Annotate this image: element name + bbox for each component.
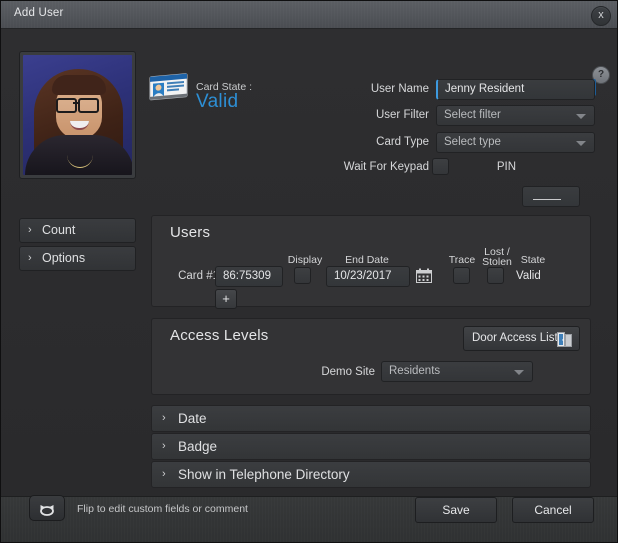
sidebar-section-options-label: Options [42,251,86,265]
access-levels-title: Access Levels [170,327,269,344]
user-filter-select[interactable]: Select filter [436,105,595,126]
calendar-icon[interactable] [416,268,432,283]
end-date-column-header: End Date [345,254,389,266]
card-state-value: Valid [196,91,239,112]
pin-input[interactable] [522,186,580,207]
user-name-label: User Name [370,83,429,95]
lost-stolen-checkbox[interactable] [487,267,504,284]
chevron-down-icon [514,370,524,375]
card-row-label: Card #1 [178,270,219,282]
wait-for-keypad-checkbox[interactable] [432,158,449,175]
user-photo-image [23,55,132,175]
card-type-select[interactable]: Select type [436,132,595,153]
chevron-down-icon [576,114,586,119]
display-column-header: Display [287,254,323,266]
accordion-badge[interactable]: › Badge [151,433,591,460]
card-type-label: Card Type [376,136,429,148]
chevron-right-icon: › [162,468,166,480]
door-icon [557,332,572,356]
accordion-badge-label: Badge [178,439,218,454]
card-state-cell: Valid [516,270,541,282]
card-type-value: Select type [444,136,501,148]
flip-caption: Flip to edit custom fields or comment [77,503,248,515]
title-bar: Add User x [1,1,617,29]
demo-site-value: Residents [389,365,441,377]
wait-for-keypad-label: Wait For Keypad [343,161,429,173]
cancel-button[interactable]: Cancel [512,497,594,523]
accordion-date-label: Date [178,411,207,426]
accordion-telephone-directory-label: Show in Telephone Directory [178,467,350,482]
state-column-header: State [520,254,546,266]
chevron-down-icon [576,141,586,146]
add-card-button[interactable]: + [215,289,237,309]
user-photo[interactable] [19,51,136,179]
demo-site-select[interactable]: Residents [381,361,533,382]
chevron-right-icon: › [28,252,32,264]
pin-label: PIN [496,161,516,173]
display-checkbox[interactable] [294,267,311,284]
user-name-input[interactable]: Jenny Resident [436,79,595,100]
accordion-date[interactable]: › Date [151,405,591,432]
save-button[interactable]: Save [415,497,497,523]
dialog-body: › Count › Options Card State: Valid ? U… [1,29,617,496]
close-icon[interactable]: x [591,6,611,26]
user-filter-value: Select filter [444,109,501,121]
user-filter-label: User Filter [375,109,429,121]
window-title: Add User [14,7,64,19]
accordion-telephone-directory[interactable]: › Show in Telephone Directory [151,461,591,488]
users-panel-title: Users [170,224,211,241]
door-access-list-label: Door Access List [472,332,558,344]
flip-button[interactable] [29,495,65,521]
sidebar-section-count[interactable]: › Count [19,218,136,243]
trace-checkbox[interactable] [453,267,470,284]
chevron-right-icon: › [162,440,166,452]
door-access-list-button[interactable]: Door Access List [463,326,580,351]
demo-site-label: Demo Site [321,366,375,378]
chevron-right-icon: › [28,224,32,236]
sidebar-section-options[interactable]: › Options [19,246,136,271]
chevron-right-icon: › [162,412,166,424]
card-number-input[interactable]: 86:75309 [215,266,283,287]
add-user-dialog: Add User x › Count › Options Card State … [0,0,618,543]
id-card-icon [149,73,189,103]
end-date-input[interactable]: 10/23/2017 [326,266,410,287]
sidebar-section-count-label: Count [42,223,76,237]
